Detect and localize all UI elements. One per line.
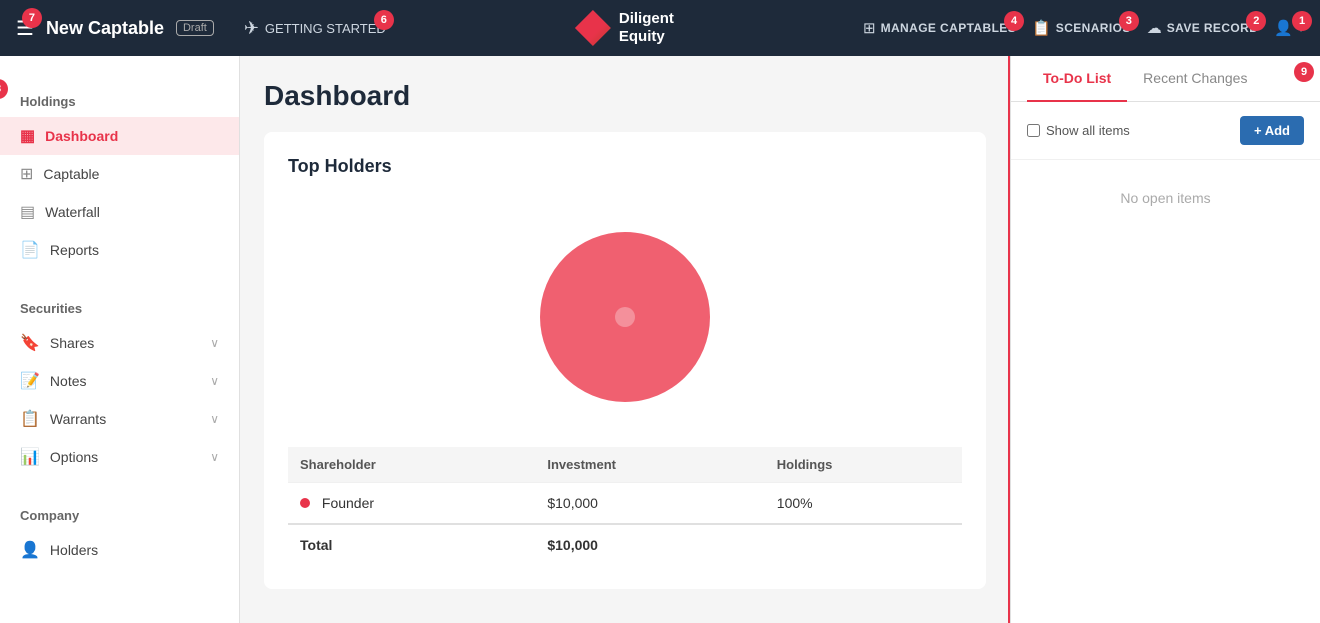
sidebar-item-dashboard-label: Dashboard xyxy=(45,128,118,144)
sidebar: 8 Holdings ▦ Dashboard ⊞ Captable ▤ Wate… xyxy=(0,56,240,623)
logo-area: Diligent Equity xyxy=(575,10,674,46)
add-button[interactable]: + Add xyxy=(1240,116,1304,145)
waterfall-icon: ▤ xyxy=(20,202,35,222)
getting-started-btn[interactable]: ✈ GETTING STARTED xyxy=(244,18,386,39)
notes-chevron-icon: ∨ xyxy=(210,374,219,388)
top-navigation: ☰ 7 New Captable Draft ✈ GETTING STARTED… xyxy=(0,0,1320,56)
show-all-items-checkbox[interactable]: Show all items xyxy=(1027,123,1130,138)
captable-icon: ⊞ xyxy=(20,164,33,184)
holdings-section-label: Holdings xyxy=(0,74,239,117)
col-shareholder: Shareholder xyxy=(288,447,535,483)
manage-captables-label: MANAGE CAPTABLES xyxy=(881,21,1017,35)
reports-icon: 📄 xyxy=(20,240,40,260)
sidebar-item-notes-label: Notes xyxy=(50,373,87,389)
draft-badge: Draft xyxy=(176,20,214,36)
shares-chevron-icon: ∨ xyxy=(210,336,219,350)
total-holdings xyxy=(765,524,962,565)
badge-1: 1 xyxy=(1292,11,1312,31)
sidebar-item-notes[interactable]: 📝 Notes ∨ xyxy=(0,362,239,400)
col-investment: Investment xyxy=(535,447,764,483)
manage-icon: ⊞ xyxy=(863,19,876,37)
warrants-icon: 📋 xyxy=(20,409,40,429)
sidebar-item-shares-label: Shares xyxy=(50,335,94,351)
sidebar-item-captable[interactable]: ⊞ Captable xyxy=(0,155,239,193)
table-row: Founder $10,000 100% xyxy=(288,483,962,525)
sidebar-item-holders-label: Holders xyxy=(50,542,98,558)
securities-section-label: Securities xyxy=(0,281,239,324)
sidebar-item-options[interactable]: 📊 Options ∨ xyxy=(0,438,239,476)
hamburger-menu[interactable]: ☰ 7 xyxy=(16,16,34,41)
shareholder-dot xyxy=(300,498,310,508)
badge-2: 2 xyxy=(1246,11,1266,31)
warrants-chevron-icon: ∨ xyxy=(210,412,219,426)
manage-captables-btn[interactable]: ⊞ MANAGE CAPTABLES 4 xyxy=(863,19,1016,37)
badge-6: 6 xyxy=(374,10,394,30)
sidebar-item-warrants-label: Warrants xyxy=(50,411,106,427)
options-icon: 📊 xyxy=(20,447,40,467)
getting-started-wrapper[interactable]: ✈ GETTING STARTED 6 xyxy=(244,18,386,39)
holders-icon: 👤 xyxy=(20,540,40,560)
right-panel: 9 To-Do List Recent Changes Show all ite… xyxy=(1010,56,1320,623)
sidebar-item-waterfall[interactable]: ▤ Waterfall xyxy=(0,193,239,231)
card-title: Top Holders xyxy=(288,156,962,177)
shares-icon: 🔖 xyxy=(20,333,40,353)
top-holders-card: Top Holders Shareholder Investment Holdi… xyxy=(264,132,986,589)
tab-recent-changes[interactable]: Recent Changes xyxy=(1127,56,1263,102)
empty-state: No open items xyxy=(1011,160,1320,623)
pie-chart-area xyxy=(288,197,962,447)
company-section-label: Company xyxy=(0,488,239,531)
col-holdings: Holdings xyxy=(765,447,962,483)
brand-name: New Captable xyxy=(46,18,164,39)
show-all-checkbox-input[interactable] xyxy=(1027,124,1040,137)
holders-table: Shareholder Investment Holdings Founder … xyxy=(288,447,962,565)
notes-icon: 📝 xyxy=(20,371,40,391)
shareholder-investment: $10,000 xyxy=(535,483,764,525)
badge-7: 7 xyxy=(22,8,42,28)
pie-chart xyxy=(525,217,725,417)
plane-icon: ✈ xyxy=(244,18,259,39)
sidebar-item-waterfall-label: Waterfall xyxy=(45,204,100,220)
badge-4: 4 xyxy=(1004,11,1024,31)
sidebar-item-reports-label: Reports xyxy=(50,242,99,258)
sidebar-item-holders[interactable]: 👤 Holders xyxy=(0,531,239,569)
dashboard-icon: ▦ xyxy=(20,126,35,146)
main-layout: 8 Holdings ▦ Dashboard ⊞ Captable ▤ Wate… xyxy=(0,56,1320,623)
page-title: Dashboard xyxy=(264,80,986,112)
sidebar-item-reports[interactable]: 📄 Reports xyxy=(0,231,239,269)
shareholder-holdings: 100% xyxy=(765,483,962,525)
sidebar-item-dashboard[interactable]: ▦ Dashboard xyxy=(0,117,239,155)
table-footer-row: Total $10,000 xyxy=(288,524,962,565)
tab-todo[interactable]: To-Do List xyxy=(1027,56,1127,102)
user-icon: 👤 xyxy=(1274,19,1293,37)
total-label: Total xyxy=(288,524,535,565)
show-all-items-label: Show all items xyxy=(1046,123,1130,138)
sidebar-item-warrants[interactable]: 📋 Warrants ∨ xyxy=(0,400,239,438)
badge-9: 9 xyxy=(1294,62,1314,82)
scenarios-btn[interactable]: 📋 SCENARIOS 3 xyxy=(1032,19,1131,37)
shareholder-name: Founder xyxy=(288,483,535,525)
save-record-btn[interactable]: ☁ SAVE RECORD 2 xyxy=(1147,19,1259,37)
save-icon: ☁ xyxy=(1147,19,1162,37)
options-chevron-icon: ∨ xyxy=(210,450,219,464)
logo-text: Diligent Equity xyxy=(619,10,674,46)
main-content-area: Dashboard Top Holders Shareholder Invest… xyxy=(240,56,1010,623)
user-menu-btn[interactable]: 👤 ▾ 1 xyxy=(1274,19,1304,37)
sidebar-item-captable-label: Captable xyxy=(43,166,99,182)
panel-tabs: To-Do List Recent Changes xyxy=(1011,56,1320,102)
scenarios-icon: 📋 xyxy=(1032,19,1051,37)
sidebar-item-options-label: Options xyxy=(50,449,98,465)
panel-toolbar: Show all items + Add xyxy=(1011,102,1320,160)
total-investment: $10,000 xyxy=(535,524,764,565)
getting-started-label: GETTING STARTED xyxy=(265,21,386,36)
save-record-label: SAVE RECORD xyxy=(1167,21,1259,35)
no-open-items-text: No open items xyxy=(1120,190,1210,206)
badge-3: 3 xyxy=(1119,11,1139,31)
sidebar-item-shares[interactable]: 🔖 Shares ∨ xyxy=(0,324,239,362)
diligent-logo-icon xyxy=(575,10,611,46)
